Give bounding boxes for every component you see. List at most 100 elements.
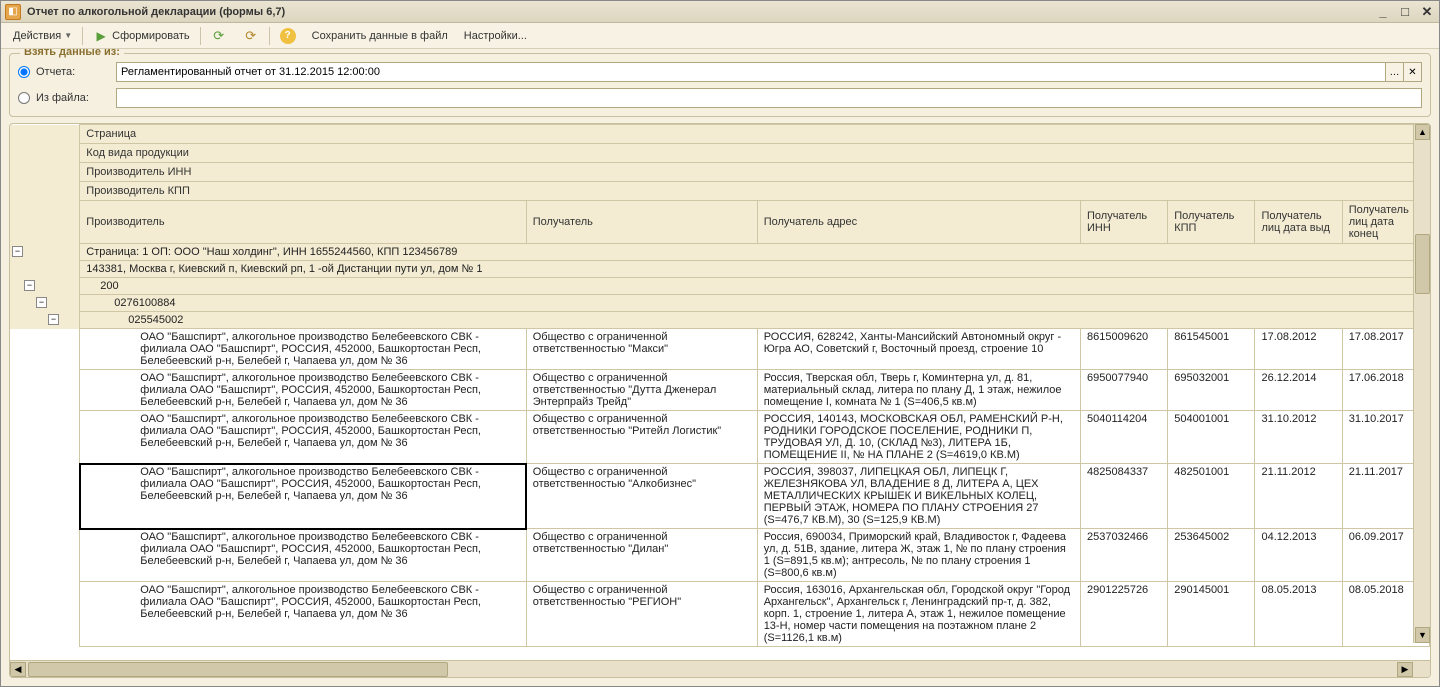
producer-cell[interactable]: ОАО "Башспирт", алкогольное производство…: [80, 370, 526, 411]
table-row[interactable]: ОАО "Башспирт", алкогольное производство…: [10, 582, 1430, 647]
grid-scroll[interactable]: Страница Код вида продукции Производител…: [10, 124, 1430, 660]
recipient-cell[interactable]: Общество с ограниченной ответственностью…: [526, 411, 757, 464]
separator: [269, 27, 270, 45]
refresh-1-button[interactable]: ⟳: [205, 26, 233, 46]
refresh-icon: ⟳: [243, 28, 259, 44]
header-producer[interactable]: Производитель: [80, 201, 526, 244]
recipient-cell[interactable]: Общество с ограниченной ответственностью…: [526, 370, 757, 411]
header-page: Страница: [80, 125, 1430, 144]
producer-cell[interactable]: ОАО "Башспирт", алкогольное производство…: [80, 464, 526, 529]
scroll-thumb[interactable]: [28, 662, 448, 677]
date-issued-cell[interactable]: 17.08.2012: [1255, 329, 1342, 370]
date-issued-cell[interactable]: 08.05.2013: [1255, 582, 1342, 647]
tree-cell: [10, 582, 80, 647]
source-fieldset: Взять данные из: Отчета: … ✕ Из файла:: [9, 53, 1431, 117]
recipient-cell[interactable]: Общество с ограниченной ответственностью…: [526, 464, 757, 529]
producer-cell[interactable]: ОАО "Башспирт", алкогольное производство…: [80, 529, 526, 582]
scroll-left-arrow[interactable]: ◀: [10, 662, 26, 677]
table-row[interactable]: ОАО "Башспирт", алкогольное производство…: [10, 329, 1430, 370]
inn-cell[interactable]: 2537032466: [1081, 529, 1168, 582]
radio-file-label: Из файла:: [36, 92, 110, 104]
radio-file[interactable]: [18, 92, 30, 104]
minimize-button[interactable]: _: [1375, 4, 1391, 20]
recipient-cell[interactable]: Общество с ограниченной ответственностью…: [526, 582, 757, 647]
refresh-icon: ⟳: [211, 28, 227, 44]
producer-cell[interactable]: ОАО "Башспирт", алкогольное производство…: [80, 329, 526, 370]
table-row[interactable]: ОАО "Башспирт", алкогольное производство…: [10, 464, 1430, 529]
form-button[interactable]: ▶ Сформировать: [87, 26, 196, 46]
header-producer-kpp: Производитель КПП: [80, 182, 1430, 201]
date-issued-cell[interactable]: 04.12.2013: [1255, 529, 1342, 582]
fieldset-legend: Взять данные из:: [20, 49, 124, 58]
scroll-thumb[interactable]: [1415, 234, 1430, 294]
recipient-cell[interactable]: Общество с ограниченной ответственностью…: [526, 329, 757, 370]
chevron-down-icon: ▼: [64, 31, 72, 40]
tree-toggle[interactable]: −: [24, 280, 35, 291]
inn-cell[interactable]: 6950077940: [1081, 370, 1168, 411]
tree-cell: [10, 329, 80, 370]
horizontal-scrollbar[interactable]: ◀ ▶: [10, 660, 1430, 677]
header-recipient-addr[interactable]: Получатель адрес: [757, 201, 1080, 244]
date-issued-cell[interactable]: 31.10.2012: [1255, 411, 1342, 464]
radio-report-label: Отчета:: [36, 66, 110, 78]
ellipsis-button[interactable]: …: [1386, 62, 1404, 82]
tree-toggle[interactable]: −: [48, 314, 59, 325]
file-input[interactable]: [116, 88, 1422, 108]
inn-cell[interactable]: 4825084337: [1081, 464, 1168, 529]
inn-cell[interactable]: 5040114204: [1081, 411, 1168, 464]
radio-report[interactable]: [18, 66, 30, 78]
date-issued-cell[interactable]: 21.11.2012: [1255, 464, 1342, 529]
date-issued-cell[interactable]: 26.12.2014: [1255, 370, 1342, 411]
window-title: Отчет по алкогольной декларации (формы 6…: [27, 6, 1375, 18]
form-label: Сформировать: [112, 30, 190, 42]
addr-cell[interactable]: РОССИЯ, 628242, Ханты-Мансийский Автоном…: [757, 329, 1080, 370]
table-row[interactable]: ОАО "Башспирт", алкогольное производство…: [10, 529, 1430, 582]
scroll-right-arrow[interactable]: ▶: [1397, 662, 1413, 677]
kpp-cell[interactable]: 861545001: [1168, 329, 1255, 370]
settings-button[interactable]: Настройки...: [458, 26, 533, 46]
maximize-button[interactable]: □: [1397, 4, 1413, 20]
save-to-file-button[interactable]: Сохранить данные в файл: [306, 26, 454, 46]
inn-cell[interactable]: 2901225726: [1081, 582, 1168, 647]
vertical-scrollbar[interactable]: ▲ ▼: [1413, 124, 1430, 643]
producer-cell[interactable]: ОАО "Башспирт", алкогольное производство…: [80, 582, 526, 647]
data-grid: Страница Код вида продукции Производител…: [9, 123, 1431, 678]
kpp-cell[interactable]: 253645002: [1168, 529, 1255, 582]
addr-cell[interactable]: Россия, 163016, Архангельская обл, Город…: [757, 582, 1080, 647]
close-button[interactable]: ✕: [1419, 4, 1435, 20]
report-input[interactable]: [116, 62, 1386, 82]
tree-toggle[interactable]: −: [36, 297, 47, 308]
table-row[interactable]: ОАО "Башспирт", алкогольное производство…: [10, 411, 1430, 464]
addr-cell[interactable]: РОССИЯ, 140143, МОСКОВСКАЯ ОБЛ, РАМЕНСКИ…: [757, 411, 1080, 464]
tree-cell: [10, 464, 80, 529]
addr-cell[interactable]: Россия, 690034, Приморский край, Владиво…: [757, 529, 1080, 582]
play-icon: ▶: [93, 28, 109, 44]
tree-toggle[interactable]: −: [12, 246, 23, 257]
refresh-2-button[interactable]: ⟳: [237, 26, 265, 46]
help-button[interactable]: ?: [274, 26, 302, 46]
app-icon: ◧: [5, 4, 21, 20]
clear-button[interactable]: ✕: [1404, 62, 1422, 82]
addr-cell[interactable]: Россия, Тверская обл, Тверь г, Коминтерн…: [757, 370, 1080, 411]
actions-menu[interactable]: Действия ▼: [7, 26, 78, 46]
kpp-cell[interactable]: 482501001: [1168, 464, 1255, 529]
header-recipient[interactable]: Получатель: [526, 201, 757, 244]
producer-cell[interactable]: ОАО "Башспирт", алкогольное производство…: [80, 411, 526, 464]
scroll-up-arrow[interactable]: ▲: [1415, 124, 1430, 140]
header-product-code: Код вида продукции: [80, 144, 1430, 163]
addr-cell[interactable]: РОССИЯ, 398037, ЛИПЕЦКАЯ ОБЛ, ЛИПЕЦК Г, …: [757, 464, 1080, 529]
main-window: ◧ Отчет по алкогольной декларации (формы…: [0, 0, 1440, 687]
recipient-cell[interactable]: Общество с ограниченной ответственностью…: [526, 529, 757, 582]
tree-cell: [10, 411, 80, 464]
table-row[interactable]: ОАО "Башспирт", алкогольное производство…: [10, 370, 1430, 411]
scroll-down-arrow[interactable]: ▼: [1415, 627, 1430, 643]
header-date-issued[interactable]: Получатель лиц дата выд: [1255, 201, 1342, 244]
header-recipient-kpp[interactable]: Получатель КПП: [1168, 201, 1255, 244]
kpp-cell[interactable]: 290145001: [1168, 582, 1255, 647]
inn-cell[interactable]: 8615009620: [1081, 329, 1168, 370]
kpp-cell[interactable]: 504001001: [1168, 411, 1255, 464]
header-recipient-inn[interactable]: Получатель ИНН: [1081, 201, 1168, 244]
kpp-cell[interactable]: 695032001: [1168, 370, 1255, 411]
group-code: 200: [80, 278, 1430, 295]
toolbar: Действия ▼ ▶ Сформировать ⟳ ⟳ ? Сохранит…: [1, 23, 1439, 49]
